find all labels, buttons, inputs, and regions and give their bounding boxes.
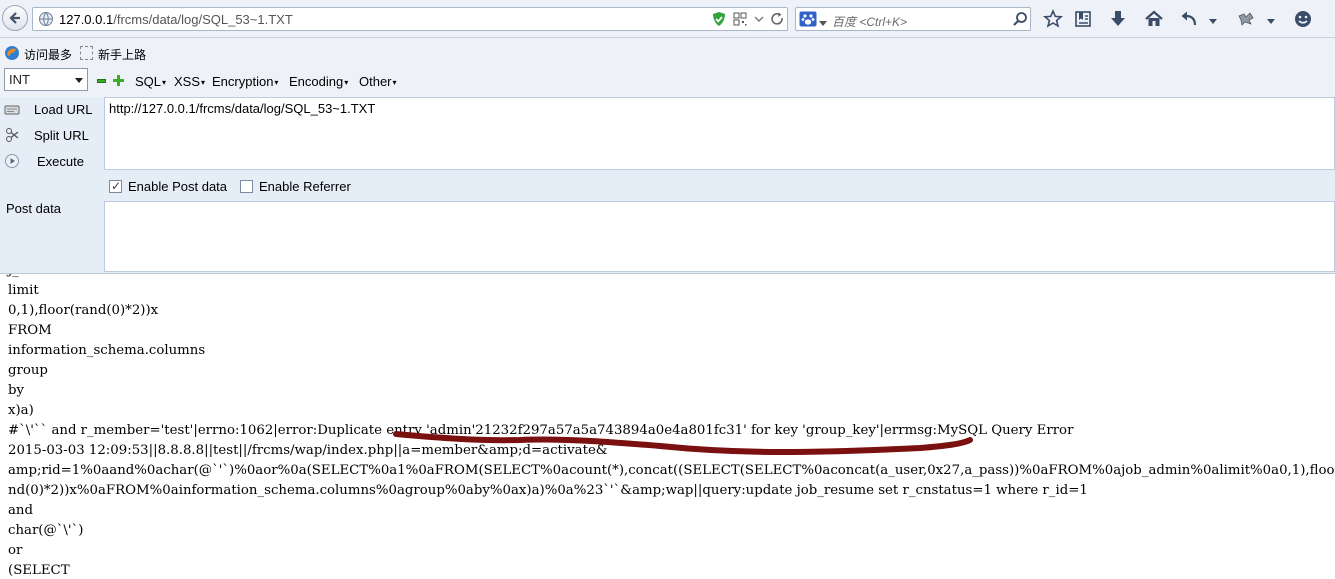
smiley-icon[interactable]	[1293, 9, 1313, 29]
bookmarks-toolbar: 访问最多 新手上路	[0, 38, 1335, 66]
log-line: amp;rid=1%0aand%0achar(@`'`)%0aor%0a(SEL…	[8, 463, 1335, 478]
address-text: 127.0.0.1/frcms/data/log/SQL_53~1.TXT	[59, 12, 293, 27]
plus-icon[interactable]	[113, 75, 124, 89]
log-line: j_	[8, 274, 1335, 281]
log-line: x)a)	[8, 403, 34, 418]
load-url-button[interactable]: Load URL	[0, 97, 100, 121]
bookmark-most-visited[interactable]: 访问最多	[24, 46, 72, 63]
bookmark-getting-started[interactable]: 新手上路	[98, 46, 146, 63]
log-line: FROM	[8, 323, 52, 338]
enable-post-label: Enable Post data	[128, 179, 228, 194]
search-icon[interactable]	[1012, 11, 1028, 30]
page-icon	[80, 46, 93, 60]
menu-sql[interactable]: SQL▾	[135, 74, 166, 89]
enable-post-box[interactable]: ✓	[109, 179, 122, 193]
minus-icon[interactable]	[97, 79, 106, 83]
log-text: j_limit 0,1),floor(rand(0)*2))x FROM inform…	[8, 274, 1335, 579]
dropdown-arrow-icon[interactable]	[753, 13, 765, 28]
baidu-paw-icon[interactable]	[799, 11, 817, 30]
menu-encoding[interactable]: Encoding▾	[289, 74, 348, 89]
url-textarea-value: http://127.0.0.1/frcms/data/log/SQL_53~1…	[109, 101, 376, 116]
log-line: group	[8, 363, 48, 378]
int-type-select[interactable]: INT	[4, 68, 88, 91]
download-icon[interactable]	[1108, 9, 1128, 29]
post-data-textarea[interactable]	[104, 201, 1335, 272]
hackbar-panel: Load URL Split URL Execute http://127.0.…	[0, 97, 1335, 274]
log-line: 0,1),floor(rand(0)*2))x	[8, 303, 159, 318]
split-url-button[interactable]: Split URL	[0, 123, 100, 147]
shield-icon[interactable]	[711, 11, 727, 30]
navigation-toolbar: 127.0.0.1/frcms/data/log/SQL_53~1.TXT 百度…	[0, 0, 1335, 38]
address-bar[interactable]: 127.0.0.1/frcms/data/log/SQL_53~1.TXT	[32, 7, 788, 31]
checkmark-icon: ✓	[111, 179, 122, 193]
search-engine-dropdown-icon[interactable]	[819, 16, 827, 30]
menu-xss[interactable]: XSS▾	[174, 74, 205, 89]
page-content: j_limit 0,1),floor(rand(0)*2))x FROM inform…	[0, 274, 1335, 579]
globe-icon	[38, 11, 54, 30]
enable-referrer-checkbox[interactable]: Enable Referrer	[240, 179, 360, 195]
int-select-value: INT	[9, 72, 30, 87]
hackbar-toolbar: INT SQL▾ XSS▾ Encryption▾ Encoding▾ Othe…	[0, 66, 1335, 97]
firefox-bookmark-icon	[4, 45, 20, 64]
addon-dropdown-icon[interactable]	[1267, 14, 1277, 34]
log-line: nd(0)*2))x%0aFROM%0ainformation_schema.c…	[8, 483, 1088, 498]
scissors-icon	[4, 127, 20, 143]
back-button[interactable]	[2, 5, 28, 31]
load-url-icon	[4, 101, 20, 117]
bookmarks-list-icon[interactable]	[1073, 9, 1093, 29]
log-line: (SELECT	[8, 563, 70, 578]
home-icon[interactable]	[1144, 9, 1164, 29]
log-line: #`\'`` and r_member='test'|errno:1062|er…	[8, 423, 1074, 438]
execute-label: Execute	[37, 154, 84, 169]
enable-referrer-box[interactable]	[240, 180, 253, 193]
undo-dropdown-icon[interactable]	[1209, 14, 1219, 34]
play-icon	[4, 153, 20, 169]
url-host: 127.0.0.1	[59, 12, 114, 27]
url-path: /frcms/data/log/SQL_53~1.TXT	[113, 12, 293, 27]
search-bar[interactable]: 百度 <Ctrl+K>	[795, 7, 1031, 31]
enable-referrer-label: Enable Referrer	[259, 179, 351, 194]
bookmark-star-icon[interactable]	[1042, 8, 1064, 29]
log-line: or	[8, 543, 23, 558]
enable-post-checkbox[interactable]: ✓ Enable Post data	[109, 179, 239, 195]
undo-icon[interactable]	[1179, 9, 1199, 29]
reload-icon[interactable]	[769, 11, 785, 30]
log-line: by	[8, 383, 25, 398]
log-line: char(@`\'`)	[8, 523, 84, 538]
load-url-label: Load URL	[34, 102, 93, 117]
log-line: and	[8, 503, 34, 518]
post-data-label: Post data	[6, 201, 61, 216]
split-url-label: Split URL	[34, 128, 89, 143]
search-placeholder: 百度 <Ctrl+K>	[832, 15, 908, 29]
back-arrow-icon	[9, 12, 20, 24]
menu-encryption[interactable]: Encryption▾	[212, 74, 278, 89]
log-line: information_schema.columns	[8, 343, 206, 358]
qrcode-icon[interactable]	[732, 11, 748, 30]
log-line: 2015-03-03 12:09:53||8.8.8.8||test||/frc…	[8, 443, 608, 458]
log-line: limit	[8, 283, 39, 298]
url-textarea[interactable]: http://127.0.0.1/frcms/data/log/SQL_53~1…	[104, 97, 1335, 170]
menu-other[interactable]: Other▾	[359, 74, 397, 89]
addon-puzzle-icon[interactable]	[1236, 9, 1256, 29]
execute-button[interactable]: Execute	[0, 149, 100, 173]
chevron-down-icon	[75, 78, 83, 83]
